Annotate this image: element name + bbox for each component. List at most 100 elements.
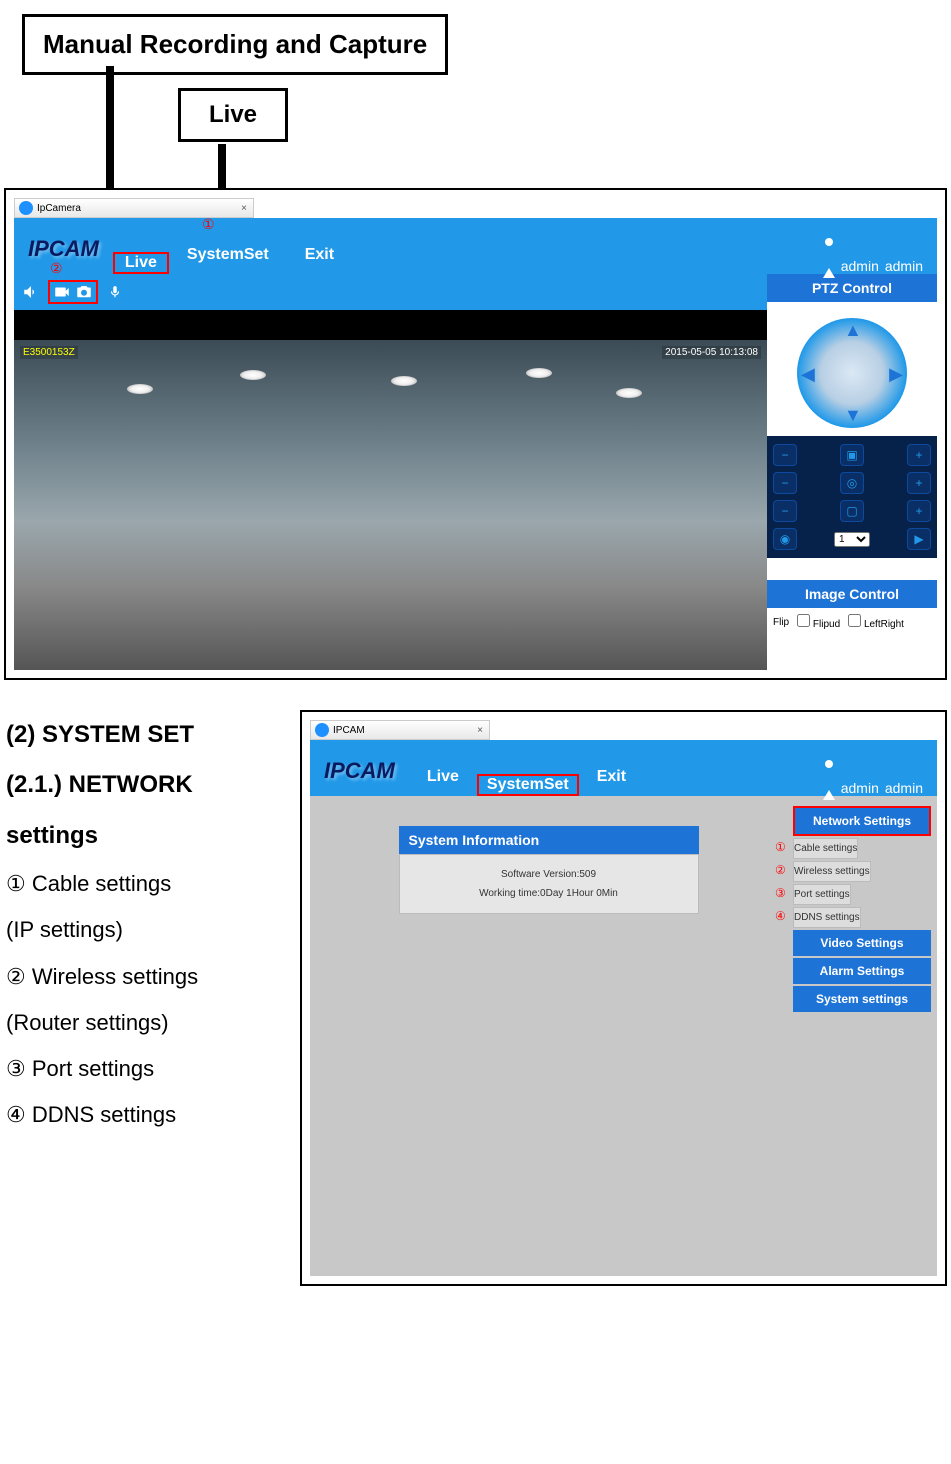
- item-port-settings[interactable]: Port settings: [793, 884, 851, 905]
- num-1: ①: [775, 840, 786, 854]
- doc-h21: (2.1.) NETWORK settings: [6, 760, 280, 861]
- video-frame[interactable]: E3500153Z 2015-05-05 10:13:08: [14, 340, 767, 670]
- user-name: admin: [885, 258, 923, 274]
- videocam-icon[interactable]: [51, 283, 73, 301]
- system-info-body: Software Version:509 Working time:0Day 1…: [399, 854, 699, 914]
- working-time-line: Working time:0Day 1Hour 0Min: [414, 888, 684, 899]
- video-black-bar: [14, 310, 767, 340]
- ptz-down-icon[interactable]: ▼: [844, 405, 862, 426]
- doc-item-1b: (IP settings): [6, 907, 280, 953]
- ceiling-light: [240, 370, 266, 380]
- nav-systemset-2[interactable]: SystemSet: [481, 772, 575, 797]
- ptz-title: PTZ Control: [767, 274, 937, 302]
- screenshot-live-window: IpCamera × IPCAM ① Live SystemSet Exit a…: [4, 188, 947, 680]
- browser-tab-title: IpCamera: [37, 203, 235, 214]
- focus-plus-button[interactable]: +: [907, 472, 931, 494]
- ptz-left-icon[interactable]: ◀: [801, 364, 815, 385]
- doc-h2: (2) SYSTEM SET: [6, 710, 280, 760]
- live-toolbar: ②: [14, 274, 767, 310]
- screenshot-systemset-window: IPCAM × IPCAM Live SystemSet Exit admin …: [300, 710, 947, 1286]
- ceiling-light: [616, 388, 642, 398]
- doc-item-2b: (Router settings): [6, 1000, 280, 1046]
- flipud-label: Flipud: [813, 619, 840, 630]
- cat-alarm[interactable]: Alarm Settings: [793, 958, 931, 984]
- nav-exit[interactable]: Exit: [287, 236, 352, 274]
- preset-select[interactable]: 1: [834, 532, 870, 547]
- image-control-title: Image Control: [767, 580, 937, 608]
- circled-1-marker: ①: [202, 216, 215, 233]
- browser-tab[interactable]: IpCamera ×: [14, 198, 254, 218]
- doc-item-1: ① Cable settings: [6, 861, 280, 907]
- side-panel-body: ▲ ▼ ◀ ▶ − ▣ + − ◎ + −: [767, 310, 937, 670]
- ie-icon: [315, 723, 329, 737]
- tab-close-icon[interactable]: ×: [235, 203, 253, 214]
- doc-item-2: ② Wireless settings: [6, 954, 280, 1000]
- num-3: ③: [775, 886, 786, 900]
- ceiling-light: [526, 368, 552, 378]
- ceiling-light: [127, 384, 153, 394]
- cat-network[interactable]: Network Settings: [793, 806, 931, 836]
- settings-sidebar: Network Settings ①Cable settings ②Wirele…: [787, 796, 937, 1276]
- cat-system[interactable]: System settings: [793, 986, 931, 1012]
- focus-icon: ◎: [840, 472, 864, 494]
- nav-systemset[interactable]: SystemSet: [169, 236, 287, 274]
- systemset-main: System Information Software Version:509 …: [310, 796, 787, 1276]
- flip-label: Flip: [773, 617, 789, 628]
- video-wrap: E3500153Z 2015-05-05 10:13:08 ▲ ▼ ◀ ▶: [14, 310, 937, 670]
- preset-save-button[interactable]: ◉: [773, 528, 797, 550]
- user-icon: [823, 252, 835, 278]
- item-cable-settings[interactable]: Cable settings: [793, 838, 858, 859]
- doc-text: (2) SYSTEM SET (2.1.) NETWORK settings ①…: [0, 710, 280, 1138]
- app-header: IPCAM ① Live SystemSet Exit admin admin: [14, 218, 937, 274]
- cat-video[interactable]: Video Settings: [793, 930, 931, 956]
- user-role: admin: [841, 258, 879, 274]
- camera-icon[interactable]: [73, 283, 95, 301]
- callout-manual-recording: Manual Recording and Capture: [22, 14, 448, 75]
- ptz-pad: ▲ ▼ ◀ ▶: [767, 310, 937, 436]
- ptz-up-icon[interactable]: ▲: [844, 320, 862, 341]
- doc-item-3: ③ Port settings: [6, 1046, 280, 1092]
- focus-minus-button[interactable]: −: [773, 472, 797, 494]
- zoom-minus-button[interactable]: −: [773, 444, 797, 466]
- record-capture-highlight: [48, 280, 98, 304]
- num-2: ②: [775, 863, 786, 877]
- video-timestamp-overlay: 2015-05-05 10:13:08: [662, 346, 761, 359]
- ceiling-light: [391, 376, 417, 386]
- user-icon: [823, 774, 835, 800]
- num-4: ④: [775, 909, 786, 923]
- preset-go-button[interactable]: ▶: [907, 528, 931, 550]
- browser-tab-2[interactable]: IPCAM ×: [310, 720, 490, 740]
- leftright-checkbox[interactable]: [848, 614, 861, 627]
- doc-item-4: ④ DDNS settings: [6, 1092, 280, 1138]
- ie-icon: [19, 201, 33, 215]
- item-ddns-settings[interactable]: DDNS settings: [793, 907, 861, 928]
- microphone-icon[interactable]: [104, 283, 126, 301]
- logo-2: IPCAM: [324, 758, 395, 784]
- user-role-2: admin: [841, 780, 879, 796]
- zoom-plus-button[interactable]: +: [907, 444, 931, 466]
- ptz-right-icon[interactable]: ▶: [889, 364, 903, 385]
- callout-live: Live: [178, 88, 288, 142]
- systemset-body: System Information Software Version:509 …: [310, 796, 937, 1276]
- system-info-title: System Information: [399, 826, 699, 854]
- user-area: admin admin: [823, 258, 937, 274]
- iris-plus-button[interactable]: +: [907, 500, 931, 522]
- nav-exit-2[interactable]: Exit: [579, 758, 644, 796]
- nav-live-2[interactable]: Live: [409, 758, 477, 796]
- ptz-dpad: ▲ ▼ ◀ ▶: [797, 318, 907, 428]
- side-panel: PTZ Control: [767, 274, 937, 310]
- nav-live-highlight: Live: [113, 252, 169, 274]
- iris-minus-button[interactable]: −: [773, 500, 797, 522]
- tab-close-icon[interactable]: ×: [471, 725, 489, 736]
- software-version-line: Software Version:509: [414, 869, 684, 880]
- browser-tab-title-2: IPCAM: [333, 725, 471, 736]
- leftright-label: LeftRight: [864, 619, 904, 630]
- speaker-icon[interactable]: [20, 283, 42, 301]
- ptz-controls: − ▣ + − ◎ + − ▢ + ◉ 1: [767, 436, 937, 558]
- nav-live[interactable]: Live: [117, 250, 165, 275]
- video-id-overlay: E3500153Z: [20, 346, 78, 359]
- image-flip-row: Flip Flipud LeftRight: [767, 608, 937, 636]
- flipud-checkbox[interactable]: [797, 614, 810, 627]
- item-wireless-settings[interactable]: Wireless settings: [793, 861, 871, 882]
- zoom-icon: ▣: [840, 444, 864, 466]
